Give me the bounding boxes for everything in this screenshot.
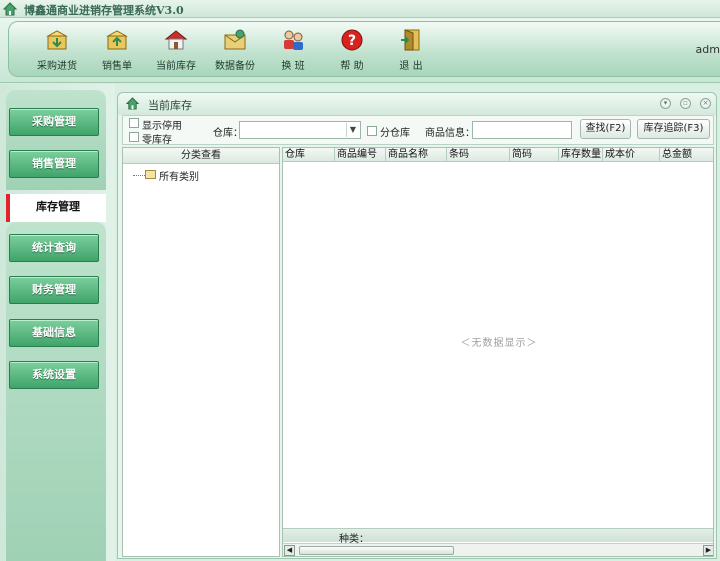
sidebar-item-purchase[interactable]: 采购管理 (9, 108, 99, 136)
warehouse-select[interactable]: ▼ (239, 121, 361, 139)
restore-icon: ▫ (683, 99, 688, 107)
search-button[interactable]: 查找(F2) (580, 119, 631, 139)
column-header-cost-price[interactable]: 成本价 (603, 148, 660, 162)
scroll-thumb[interactable] (299, 546, 454, 555)
filter-bar: 显示停用 零库存 仓库： ▼ 分仓库 商品信息： 查找(F2) 库存追踪(F3) (122, 115, 714, 146)
home-icon (126, 97, 139, 110)
title-bar: 博鑫通商业进销存管理系统V3.0 (0, 0, 720, 18)
svg-text:?: ? (348, 33, 356, 49)
window-title: 当前库存 (148, 99, 192, 112)
stock-trace-button[interactable]: 库存追踪(F3) (637, 119, 710, 139)
app-title: 博鑫通商业进销存管理系统V3.0 (24, 4, 184, 17)
help-icon: ? (341, 29, 363, 51)
tree-connector (133, 175, 145, 176)
product-info-input[interactable] (472, 121, 572, 139)
purchase-button[interactable]: 采购进货 (32, 24, 82, 72)
sidebar-item-sales[interactable]: 销售管理 (9, 150, 99, 178)
change-shift-button-label: 换 班 (281, 61, 305, 72)
grid-footer: 种类： (283, 528, 713, 545)
sidebar: 采购管理 销售管理 库存管理 统计查询 财务管理 基础信息 系统设置 (0, 84, 115, 561)
help-button-label: 帮 助 (340, 61, 364, 72)
exit-button[interactable]: 退 出 (386, 24, 436, 72)
scroll-right-icon[interactable]: ▶ (703, 545, 713, 556)
sidebar-item-settings[interactable]: 系统设置 (9, 361, 99, 389)
current-user: adm (695, 43, 720, 56)
zero-stock-label: 零库存 (142, 135, 172, 146)
column-header-stock-qty[interactable]: 库存数量 (559, 148, 603, 162)
category-panel: 分类查看 所有类别 (122, 147, 280, 557)
minimize-button[interactable]: ▾ (660, 98, 671, 109)
column-header-short-code[interactable]: 简码 (510, 148, 559, 162)
window-header: 当前库存 ▾ ▫ × (118, 93, 716, 115)
product-info-label: 商品信息： (425, 128, 475, 139)
show-disabled-label: 显示停用 (142, 121, 182, 132)
home-icon (3, 2, 17, 16)
purchase-button-label: 采购进货 (37, 61, 77, 72)
sales-box-icon (106, 30, 128, 50)
toolbar: 采购进货 销售单 当前库存 数据备份 换 班 ? 帮 助 退 出 adm (0, 18, 720, 83)
backup-button[interactable]: 数据备份 (210, 24, 260, 72)
split-warehouse-checkbox[interactable] (367, 126, 377, 136)
column-header-product-name[interactable]: 商品名称 (386, 148, 447, 162)
category-root-item[interactable]: 所有类别 (159, 168, 199, 183)
zero-stock-checkbox[interactable] (129, 132, 139, 142)
column-header-product-code[interactable]: 商品编号 (335, 148, 386, 162)
horizontal-scrollbar[interactable]: ◀ ▶ (283, 543, 713, 556)
help-button[interactable]: ? 帮 助 (327, 24, 377, 72)
current-stock-window: 当前库存 ▾ ▫ × 显示停用 零库存 仓库： ▼ 分仓库 商品信息： 查找(F… (117, 92, 717, 559)
empty-message: ＜无数据显示＞ (460, 338, 538, 349)
scroll-left-icon[interactable]: ◀ (284, 545, 295, 556)
change-shift-icon (284, 30, 303, 50)
stock-grid: 仓库 商品编号 商品名称 条码 简码 库存数量 成本价 总金额 ＜无数据显示＞ … (282, 147, 714, 557)
close-button[interactable]: × (700, 98, 711, 109)
column-header-barcode[interactable]: 条码 (447, 148, 510, 162)
sidebar-item-finance[interactable]: 财务管理 (9, 276, 99, 304)
backup-icon (224, 29, 246, 50)
close-icon: × (702, 99, 709, 107)
current-stock-button-label: 当前库存 (156, 61, 196, 72)
column-header-warehouse[interactable]: 仓库 (283, 148, 335, 162)
exit-button-label: 退 出 (399, 61, 423, 72)
minimize-icon: ▾ (663, 99, 668, 107)
category-header: 分类查看 (123, 148, 279, 164)
grid-header: 仓库 商品编号 商品名称 条码 简码 库存数量 成本价 总金额 (283, 148, 713, 162)
warehouse-icon (164, 30, 188, 50)
split-warehouse-label: 分仓库 (380, 128, 410, 139)
chevron-down-icon[interactable]: ▼ (346, 123, 359, 137)
purchase-box-icon (46, 30, 68, 50)
column-header-total-amount[interactable]: 总金额 (660, 148, 713, 162)
restore-button[interactable]: ▫ (680, 98, 691, 109)
sidebar-group-bottom (6, 222, 106, 561)
sales-button[interactable]: 销售单 (92, 24, 142, 72)
show-disabled-checkbox[interactable] (129, 118, 139, 128)
sidebar-item-basic-info[interactable]: 基础信息 (9, 319, 99, 347)
exit-icon (401, 29, 420, 51)
sidebar-item-inventory[interactable]: 库存管理 (6, 194, 106, 222)
sales-button-label: 销售单 (102, 61, 132, 72)
backup-button-label: 数据备份 (215, 61, 255, 72)
folder-icon (145, 170, 156, 179)
current-stock-button[interactable]: 当前库存 (151, 24, 201, 72)
sidebar-item-statistics[interactable]: 统计查询 (9, 234, 99, 262)
change-shift-button[interactable]: 换 班 (268, 24, 318, 72)
